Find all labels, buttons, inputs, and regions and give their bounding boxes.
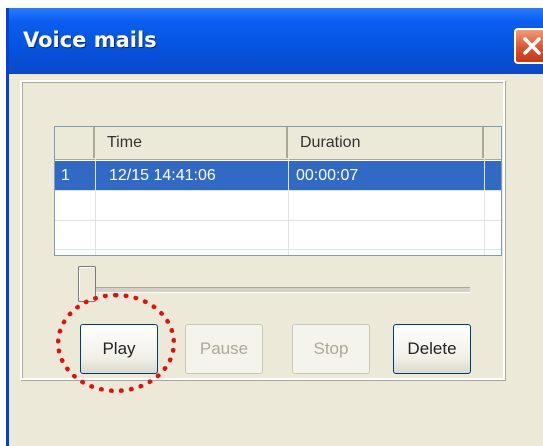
voice-mail-list[interactable]: Time Duration 1 12/15 14:41:06 00:00:07 (54, 126, 502, 256)
row-index: 1 (61, 167, 70, 184)
table-row[interactable]: 1 12/15 14:41:06 00:00:07 (55, 161, 501, 190)
row-divider (55, 249, 501, 250)
stop-button[interactable]: Stop (292, 324, 370, 374)
close-button[interactable] (514, 28, 543, 64)
column-divider (484, 159, 485, 255)
title-bar[interactable]: Voice mails (9, 8, 543, 74)
row-time: 12/15 14:41:06 (109, 167, 216, 184)
delete-button[interactable]: Delete (393, 324, 471, 374)
playback-slider-track[interactable] (80, 287, 470, 293)
column-divider (95, 159, 96, 255)
column-divider (288, 159, 289, 255)
column-header-duration[interactable]: Duration (288, 127, 484, 158)
column-header-index[interactable] (55, 127, 95, 158)
column-header-time[interactable]: Time (95, 127, 288, 158)
pause-button[interactable]: Pause (185, 324, 263, 374)
close-icon (523, 37, 541, 55)
window-title: Voice mails (23, 28, 157, 52)
row-divider (55, 220, 501, 221)
row-divider (55, 190, 501, 191)
highlight-annotation (56, 293, 176, 393)
row-duration: 00:00:07 (296, 167, 359, 184)
list-header: Time Duration (55, 127, 501, 160)
